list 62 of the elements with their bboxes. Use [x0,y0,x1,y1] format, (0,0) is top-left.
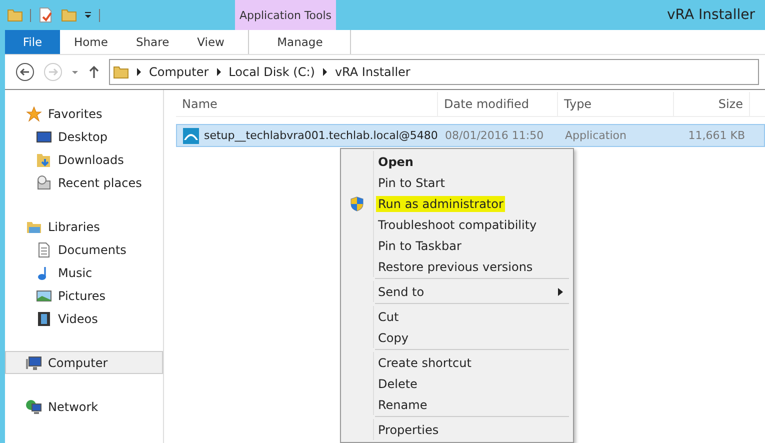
caret-icon[interactable] [71,68,79,76]
address-bar[interactable]: Computer Local Disk (C:) vRA Installer [109,59,759,85]
sidebar-item[interactable]: Downloads [5,148,163,171]
menu-item[interactable]: Send to [376,284,426,300]
menu-item[interactable]: Cut [376,308,401,324]
breadcrumb-item[interactable]: Local Disk (C:) [228,65,315,79]
chevron-icon[interactable] [322,68,328,76]
computer-icon [26,354,42,370]
column-header[interactable]: Type [558,92,674,116]
shield-icon [349,196,365,212]
file-tab[interactable]: File [5,30,60,54]
menu-item[interactable]: Open [376,154,416,170]
menu-item[interactable]: Troubleshoot compatibility [376,216,539,232]
date-cell-text: 08/01/2016 11:50 [444,128,545,144]
document-icon [36,242,52,258]
file-row[interactable]: setup__techlabvra001.techlab.local@5480 08/01/2016 11:50 Application 11,661 KB [176,124,765,147]
menu-item[interactable]: Create shortcut [376,354,474,370]
column-header[interactable]: Size [674,92,750,116]
menu-item[interactable]: Run as administrator [376,196,506,212]
menu-item[interactable]: Rename [376,396,430,412]
sidebar-item[interactable]: Desktop [5,125,163,148]
size-cell-text: 11,661 KB [687,128,746,144]
sidebar-item[interactable]: Libraries [5,215,163,238]
type-cell-text: Application [564,128,628,144]
column-header[interactable]: Date modified [438,92,558,116]
file-name: setup__techlabvra001.techlab.local@5480 [204,129,438,142]
sidebar-item[interactable]: Videos [5,307,163,330]
sidebar-item[interactable]: Recent places [5,171,163,194]
network-icon [26,398,42,414]
folder-icon [113,64,129,80]
film-icon [36,310,52,326]
menu-item[interactable]: Properties [376,422,441,438]
menu-item[interactable]: Delete [376,376,420,392]
application-icon [183,128,199,144]
menu-item[interactable]: Pin to Taskbar [376,238,464,254]
sidebar-item[interactable]: Pictures [5,284,163,307]
context-tab-group: Application Tools [235,0,336,30]
sidebar-item[interactable]: Documents [5,238,163,261]
back-icon[interactable] [15,62,35,82]
sidebar-item[interactable]: Computer [5,351,163,374]
breadcrumb-item[interactable]: Computer [149,65,209,79]
picture-icon [36,288,52,304]
properties-icon[interactable] [38,7,54,23]
window-title: vRA Installer [667,7,756,23]
menu-item[interactable]: Pin to Start [376,174,447,190]
ribbon-tab[interactable]: Manage [248,30,352,54]
sidebar-item[interactable]: Music [5,261,163,284]
menu-item[interactable]: Restore previous versions [376,258,535,274]
sidebar-item[interactable]: Favorites [5,102,163,125]
up-arrow-icon[interactable] [87,65,101,79]
download-folder-icon [36,152,52,168]
dropdown-icon[interactable] [84,11,92,19]
clock-window-icon [36,174,52,190]
menu-item[interactable]: Copy [376,330,410,346]
chevron-icon[interactable] [216,68,222,76]
star-icon [26,106,42,122]
submenu-arrow-icon [558,288,563,296]
breadcrumb-item[interactable]: vRA Installer [334,65,410,79]
monitor-icon [36,128,52,144]
column-header[interactable]: Name [176,92,438,116]
sidebar-item[interactable]: Network [5,395,163,418]
chevron-icon[interactable] [136,68,142,76]
